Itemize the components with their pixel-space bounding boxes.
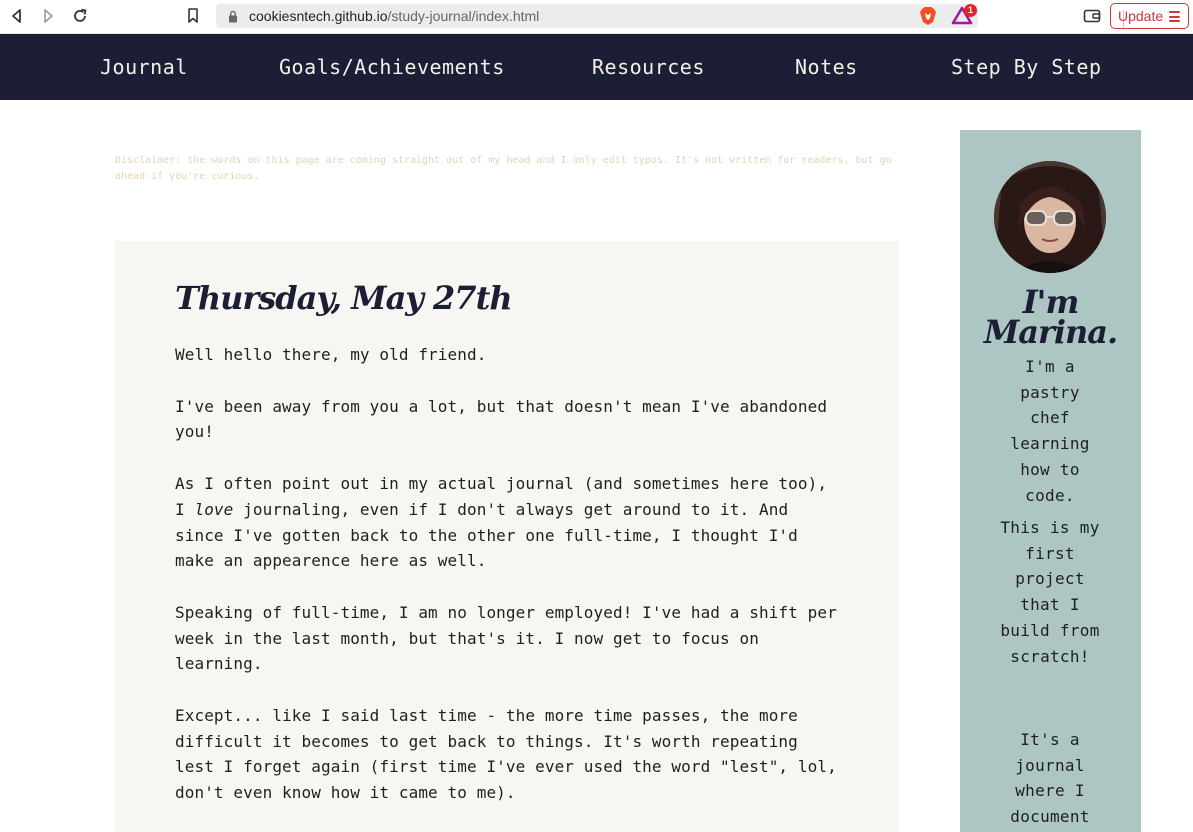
reload-icon bbox=[74, 8, 87, 22]
journal-description: It's a journal where I document bbox=[1010, 730, 1090, 827]
nav-resources[interactable]: Resources bbox=[592, 34, 705, 100]
update-label: Update bbox=[1118, 8, 1164, 24]
journal-entry-card: Thursday, May 27th Well hello there, my … bbox=[115, 241, 899, 832]
entry-paragraph: Speaking of full-time, I am no longer em… bbox=[175, 602, 837, 674]
entry-paragraph: As I often point out in my actual journa… bbox=[175, 471, 845, 574]
site-nav: Journal Goals/Achievements Resources Not… bbox=[0, 34, 1193, 100]
back-icon bbox=[12, 9, 21, 23]
author-name: I'm Marina. bbox=[983, 283, 1118, 351]
profile-photo-icon bbox=[994, 161, 1106, 273]
nav-step-by-step[interactable]: Step By Step bbox=[951, 34, 1102, 100]
disclaimer-text: Disclaimer: the words on this page are c… bbox=[115, 155, 892, 182]
bookmark-icon bbox=[188, 8, 198, 23]
about-sidebar: I'm Marina. I'm a pastry chef learning h… bbox=[960, 130, 1141, 832]
entry-title: Thursday, May 27th bbox=[175, 279, 513, 317]
author-intro: I'm a pastry chef learning how to code. bbox=[1010, 357, 1090, 505]
avatar bbox=[994, 161, 1106, 273]
notification-badge: 1 bbox=[964, 4, 977, 17]
update-button[interactable]: Update bbox=[1110, 3, 1189, 29]
url-text: cookiesntech.github.io/study-journal/ind… bbox=[249, 4, 539, 28]
wallet-button[interactable] bbox=[1080, 5, 1104, 27]
entry-paragraph: I've been away from you a lot, but that … bbox=[175, 396, 828, 442]
brave-shields-button[interactable] bbox=[919, 6, 939, 26]
entry-body: Well hello there, my old friend. I've be… bbox=[175, 342, 845, 832]
project-description: This is my first project that I build fr… bbox=[1000, 518, 1100, 666]
entry-paragraph: Well hello there, my old friend. bbox=[175, 345, 487, 364]
entry-paragraph: Except... like I said last time - the mo… bbox=[175, 706, 837, 803]
brave-lion-icon bbox=[920, 7, 936, 25]
browser-toolbar: cookiesntech.github.io/study-journal/ind… bbox=[0, 0, 1193, 34]
nav-notes[interactable]: Notes bbox=[795, 34, 858, 100]
nav-journal[interactable]: Journal bbox=[100, 34, 188, 100]
address-bar[interactable]: cookiesntech.github.io/study-journal/ind… bbox=[216, 4, 1124, 28]
reload-button[interactable] bbox=[68, 5, 92, 27]
bookmark-button[interactable] bbox=[181, 5, 205, 27]
forward-icon bbox=[44, 9, 53, 23]
emphasis-text: love bbox=[194, 499, 234, 519]
nav-goals-achievements[interactable]: Goals/Achievements bbox=[279, 34, 505, 100]
url-host: cookiesntech.github.io bbox=[249, 8, 388, 24]
back-button[interactable] bbox=[5, 5, 29, 27]
lock-icon bbox=[229, 10, 237, 23]
wallet-icon bbox=[1083, 9, 1101, 23]
menu-icon bbox=[1169, 11, 1180, 25]
entry-text: journaling, even if I don't always get a… bbox=[175, 499, 798, 571]
url-path: /study-journal/index.html bbox=[387, 8, 540, 24]
forward-button[interactable] bbox=[36, 5, 60, 27]
brave-rewards-button[interactable]: 1 bbox=[951, 4, 979, 27]
